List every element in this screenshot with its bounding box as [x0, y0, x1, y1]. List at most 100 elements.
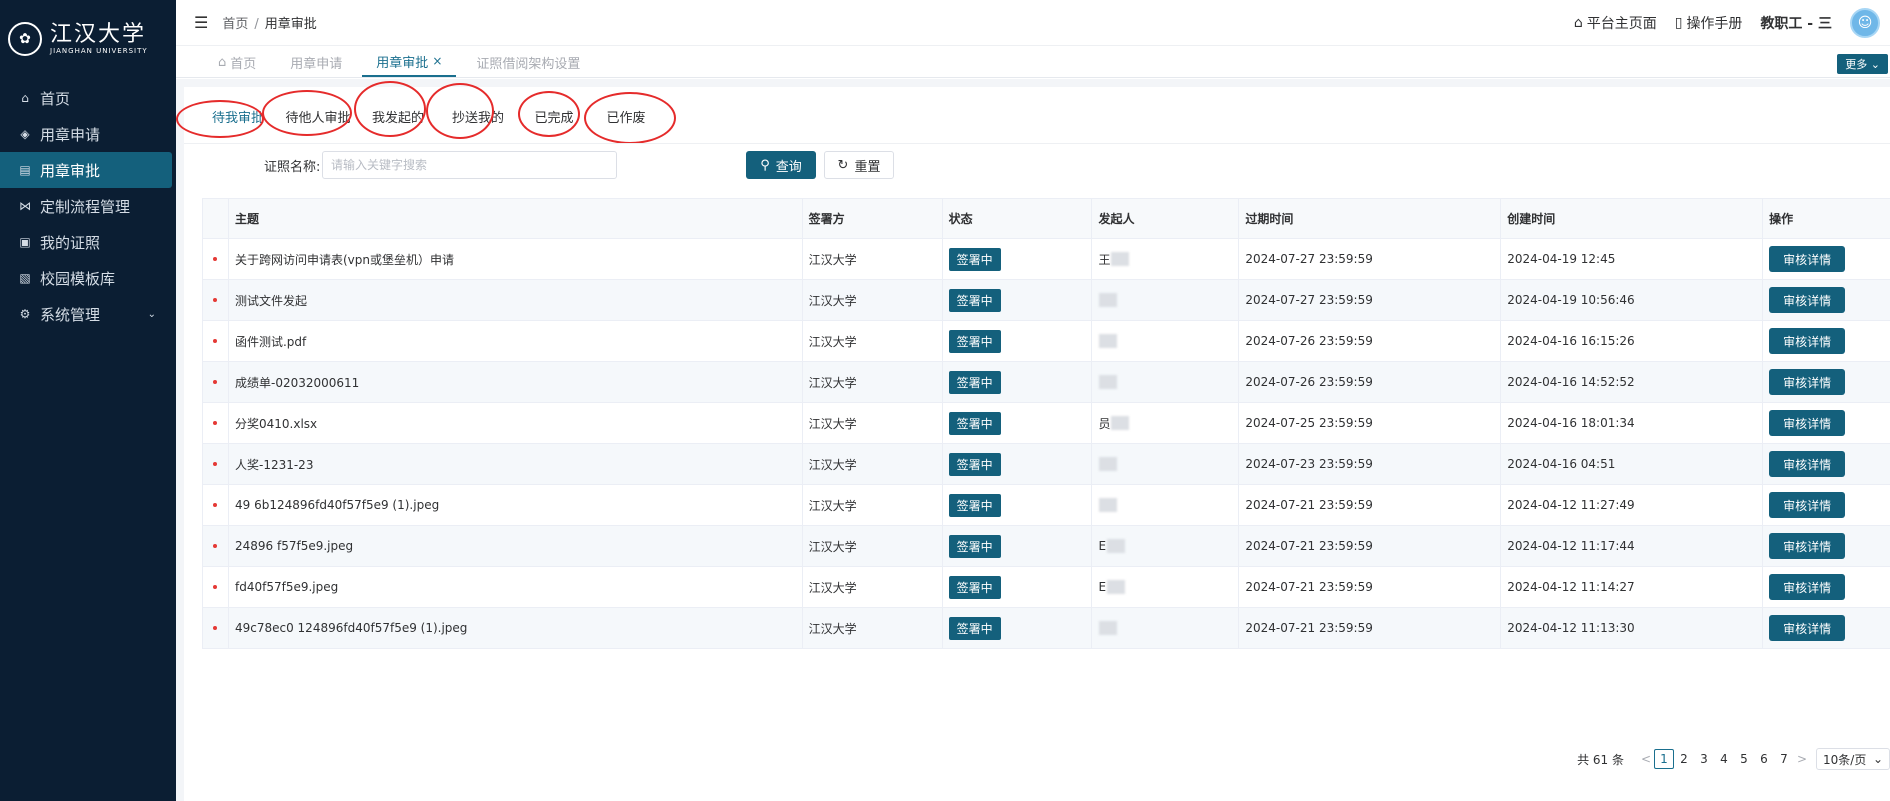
initiator-name: E: [1098, 580, 1107, 594]
tab-initiated[interactable]: 我发起的: [358, 103, 438, 135]
review-detail-button[interactable]: 审核详情: [1769, 410, 1846, 436]
menu-toggle-icon[interactable]: ☰: [194, 13, 208, 32]
page-5[interactable]: 5: [1734, 749, 1754, 769]
document-icon: ▯: [1674, 15, 1683, 31]
query-button[interactable]: ⚲ 查询: [746, 151, 816, 179]
sidebar-item-label: 系统管理: [40, 305, 101, 324]
tab-label: 已作废: [606, 111, 646, 126]
more-button[interactable]: 更多 ⌄: [1837, 54, 1888, 74]
sidebar-item-settings[interactable]: ⚙ 系统管理 ⌄: [0, 296, 176, 332]
main-area: 待我审批 待他人审批 我发起的 抄送我的 已完成 已作废 证照名称: ⚲ 查询 …: [176, 79, 1890, 801]
tag-approve[interactable]: 用章审批 ×: [362, 47, 457, 77]
review-detail-button[interactable]: 审核详情: [1769, 574, 1846, 600]
search-label: 证照名称:: [264, 159, 321, 175]
unread-dot-icon: [213, 298, 218, 302]
row-expire: 2024-07-21 23:59:59: [1239, 526, 1502, 566]
review-detail-button[interactable]: 审核详情: [1769, 615, 1846, 641]
chat-bubble-icon: ☺: [1857, 15, 1873, 31]
sidebar-item-license[interactable]: ▣ 我的证照: [0, 224, 176, 260]
redacted-mask: [1099, 621, 1118, 635]
unread-dot-icon: [213, 257, 218, 261]
reset-button[interactable]: ↻ 重置: [824, 151, 894, 179]
table-row: 函件测试.pdf 江汉大学 签署中 2024-07-26 23:59:59 2024-0…: [203, 321, 1890, 362]
status-badge: 签署中: [948, 493, 1001, 517]
table-row: 关于跨网访问申请表(vpn或堡垒机）申请 江汉大学 签署中 王 2024-07-27 2…: [203, 239, 1890, 280]
page-1[interactable]: 1: [1654, 749, 1674, 769]
tag-label: 用章申请: [290, 56, 343, 72]
manual-link[interactable]: ▯ 操作手册: [1675, 13, 1743, 33]
redacted-mask: [1107, 539, 1126, 553]
prev-page-button[interactable]: <: [1638, 752, 1654, 766]
page-size-select[interactable]: 10条/页 ⌄: [1816, 748, 1890, 770]
search-input[interactable]: [322, 151, 617, 179]
row-party: 江汉大学: [803, 321, 943, 361]
header-actions: ⌂ 平台主页面 ▯ 操作手册 教职工 - 三 ☺: [1574, 0, 1880, 46]
row-marker: [203, 608, 229, 648]
avatar[interactable]: ☺: [1850, 8, 1880, 38]
sidebar-item-flow[interactable]: ⋈ 定制流程管理: [0, 188, 176, 224]
status-badge: 签署中: [948, 411, 1001, 435]
breadcrumb-home[interactable]: 首页: [222, 17, 248, 32]
review-detail-button[interactable]: 审核详情: [1769, 287, 1846, 313]
row-created: 2024-04-16 04:51: [1501, 444, 1764, 484]
row-action-cell: 审核详情: [1763, 403, 1890, 443]
review-detail-button[interactable]: 审核详情: [1769, 328, 1846, 354]
sidebar-item-home[interactable]: ⌂ 首页: [0, 80, 176, 116]
row-subject: 49 6b124896fd40f57f5e9 (1).jpeg: [229, 485, 803, 525]
row-initiator: [1092, 485, 1240, 525]
sidebar-item-apply[interactable]: ◈ 用章申请: [0, 116, 176, 152]
user-name[interactable]: 教职工 - 三: [1760, 13, 1832, 33]
tag-apply[interactable]: 用章申请: [276, 47, 356, 77]
page-6[interactable]: 6: [1754, 749, 1774, 769]
page-7[interactable]: 7: [1774, 749, 1794, 769]
review-detail-button[interactable]: 审核详情: [1769, 451, 1846, 477]
row-status-cell: 签署中: [943, 608, 1093, 648]
review-detail-button[interactable]: 审核详情: [1769, 492, 1846, 518]
page-3[interactable]: 3: [1694, 749, 1714, 769]
row-initiator: E: [1092, 526, 1240, 566]
apply-icon: ◈: [20, 127, 30, 141]
row-created: 2024-04-12 11:27:49: [1501, 485, 1764, 525]
sidebar-item-template[interactable]: ▧ 校园模板库: [0, 260, 176, 296]
header-action: 操作: [1769, 212, 1794, 226]
row-party: 江汉大学: [803, 239, 943, 279]
redacted-mask: [1099, 293, 1118, 307]
tab-completed[interactable]: 已完成: [518, 103, 590, 135]
approval-tabs: 待我审批 待他人审批 我发起的 抄送我的 已完成 已作废: [198, 103, 662, 135]
close-icon[interactable]: ×: [432, 54, 442, 68]
row-subject: 分奖0410.xlsx: [229, 403, 803, 443]
row-action-cell: 审核详情: [1763, 526, 1890, 566]
redacted-mask: [1111, 416, 1130, 430]
row-status-cell: 签署中: [943, 239, 1093, 279]
row-party: 江汉大学: [803, 362, 943, 402]
sidebar: ✿ 江汉大学 JIANGHAN UNIVERSITY ⌂ 首页 ◈ 用章申请 ▤…: [0, 0, 176, 801]
tab-label: 抄送我的: [451, 111, 504, 126]
page-4[interactable]: 4: [1714, 749, 1734, 769]
sidebar-item-approve[interactable]: ▤ 用章审批: [0, 152, 172, 188]
row-expire: 2024-07-26 23:59:59: [1239, 362, 1502, 402]
review-detail-button[interactable]: 审核详情: [1769, 246, 1846, 272]
next-page-button[interactable]: >: [1794, 752, 1810, 766]
review-detail-button[interactable]: 审核详情: [1769, 533, 1846, 559]
platform-home-link[interactable]: ⌂ 平台主页面: [1574, 13, 1657, 33]
reset-label: 重置: [854, 159, 881, 175]
tab-pending-others[interactable]: 待他人审批: [278, 103, 358, 135]
home-icon: ⌂: [21, 91, 29, 105]
row-marker: [203, 444, 229, 484]
pagination: 共 61 条 < 1 2 3 4 5 6 7 > 10条/页 ⌄: [1577, 747, 1890, 771]
row-initiator: 员: [1092, 403, 1240, 443]
tab-pending-mine[interactable]: 待我审批: [198, 103, 278, 135]
page-2[interactable]: 2: [1674, 749, 1694, 769]
tab-voided[interactable]: 已作废: [590, 103, 662, 135]
template-icon: ▧: [19, 271, 31, 285]
tab-cc-me[interactable]: 抄送我的: [438, 103, 518, 135]
row-status-cell: 签署中: [943, 403, 1093, 443]
tag-home[interactable]: ⌂ 首页: [204, 47, 270, 77]
logo[interactable]: ✿ 江汉大学 JIANGHAN UNIVERSITY: [0, 0, 176, 78]
review-detail-button[interactable]: 审核详情: [1769, 369, 1846, 395]
sidebar-item-label: 校园模板库: [40, 269, 116, 288]
row-marker: [203, 239, 229, 279]
row-expire: 2024-07-25 23:59:59: [1239, 403, 1502, 443]
tag-license-settings[interactable]: 证照借阅架构设置: [462, 47, 594, 77]
row-expire: 2024-07-21 23:59:59: [1239, 485, 1502, 525]
